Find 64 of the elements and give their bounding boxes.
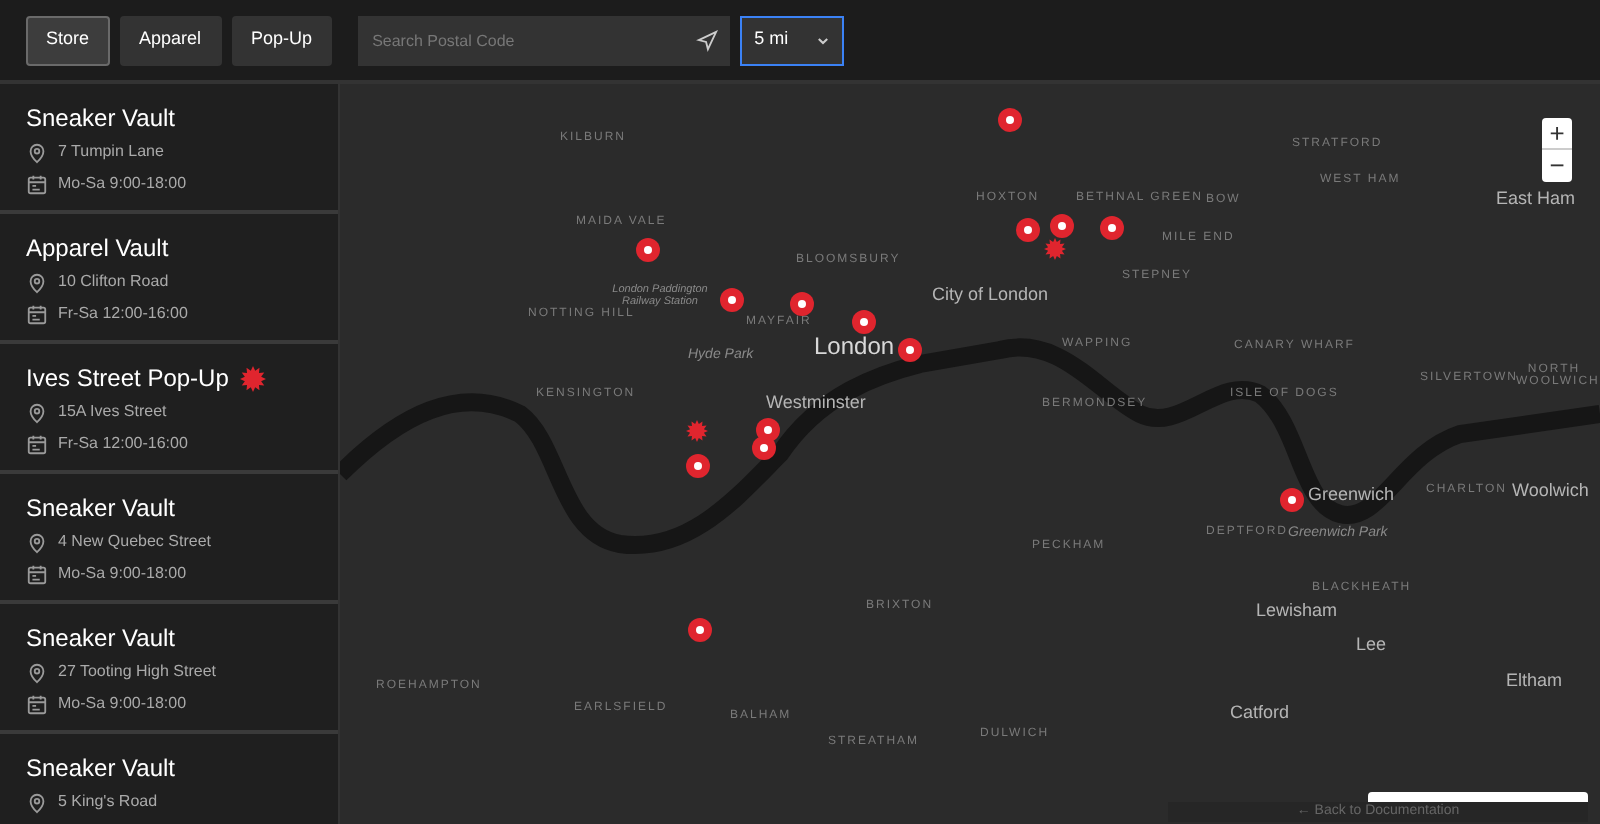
map-marker[interactable] [852,310,876,334]
store-name: Sneaker Vault [26,754,175,782]
filter-button[interactable]: Store [26,15,110,65]
location-pin-icon [26,791,48,813]
map-marker[interactable] [752,436,776,460]
map-label: Woolwich [1512,482,1589,500]
map-marker[interactable] [636,238,660,262]
map-marker[interactable] [1016,218,1040,242]
store-hours: Mo-Sa 9:00-18:00 [58,692,187,716]
store-address: 27 Tooting High Street [58,660,217,684]
map-marker[interactable] [686,454,710,478]
map-marker[interactable] [720,288,744,312]
calendar-icon [26,303,48,325]
store-address: 7 Tumpin Lane [58,140,164,164]
location-pin-icon [26,531,48,553]
store-name: Apparel Vault [26,234,169,262]
map-marker[interactable] [790,292,814,316]
search-field[interactable]: Search Postal Code [358,15,731,65]
map-marker[interactable] [1100,216,1124,240]
map-marker[interactable] [898,338,922,362]
zoom-out-button[interactable]: − [1542,150,1572,182]
map-label: Greenwich [1308,486,1395,504]
location-pin-icon [26,401,48,423]
location-pin-icon [26,141,48,163]
store-name: Sneaker Vault [26,494,175,522]
starburst-marker [1044,238,1066,260]
starburst-icon [240,365,267,391]
filter-button[interactable]: Pop-Up [231,15,333,65]
store-hours: Fr-Sa 12:00-16:00 [58,302,188,326]
map-label: London [814,334,895,358]
map-label: Westminster [766,394,866,412]
calendar-icon [26,433,48,455]
filter-button[interactable]: Apparel [119,15,222,65]
store-hours: Mo-Sa 9:00-18:00 [58,562,187,586]
navigation-arrow-icon[interactable] [696,29,719,51]
store-address: 10 Clifton Road [58,270,169,294]
calendar-icon [26,693,48,715]
store-hours: Fr-Sa 12:00-16:00 [58,432,188,456]
chevron-down-icon [816,33,831,47]
map-marker[interactable] [756,418,780,442]
store-name: Sneaker Vault [26,104,175,132]
zoom-in-button[interactable]: + [1542,118,1572,150]
store-name: Ives Street Pop-Up [26,364,229,392]
map-marker[interactable] [688,618,712,642]
map-label: Lee [1356,636,1387,654]
location-pin-icon [26,271,48,293]
store-hours: Mo-Sa 9:00-18:00 [58,172,187,196]
map-label: East Ham [1496,190,1576,208]
starburst-marker [686,420,708,442]
map-label: Eltham [1506,672,1563,690]
store-address: 5 King's Road [58,790,158,814]
store-address: 15A Ives Street [58,400,167,424]
store-name: Sneaker Vault [26,624,175,652]
calendar-icon [26,563,48,585]
calendar-icon [26,173,48,195]
distance-select[interactable]: 5 mi [740,15,845,65]
location-pin-icon [26,661,48,683]
map-label: Lewisham [1256,602,1338,620]
map-marker[interactable] [1280,488,1304,512]
map-marker[interactable] [1050,214,1074,238]
map-label: Catford [1230,704,1290,722]
map-marker[interactable] [998,108,1022,132]
map-label: City of London [932,286,1049,304]
store-address: 4 New Quebec Street [58,530,211,554]
